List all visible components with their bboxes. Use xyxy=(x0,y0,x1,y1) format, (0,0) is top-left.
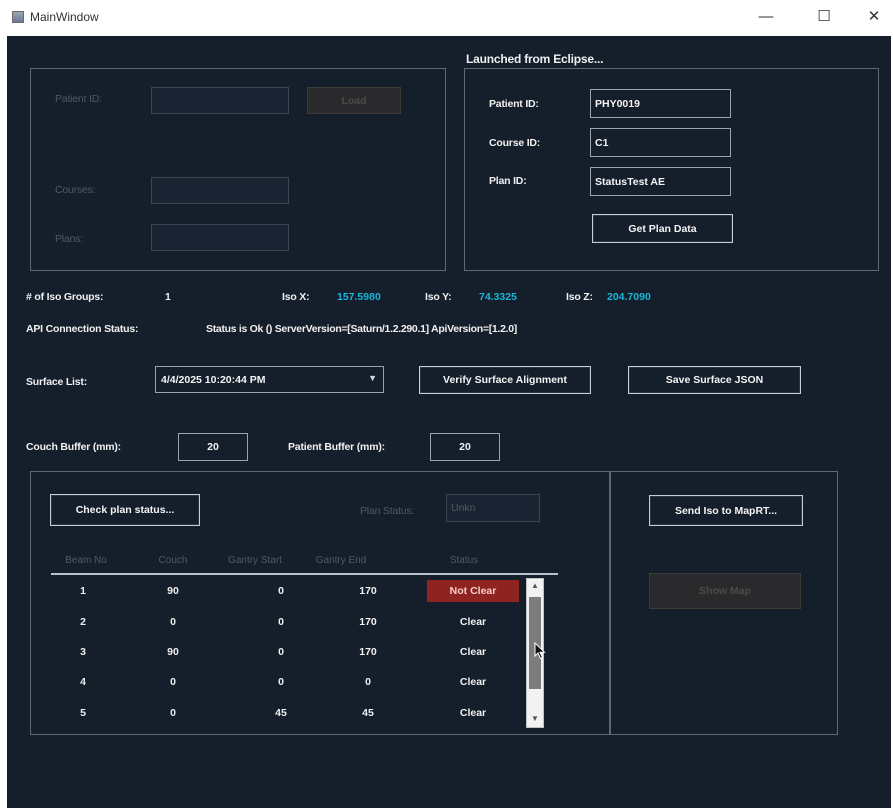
cell-status: Clear xyxy=(459,646,487,658)
cell-gantry-end: 170 xyxy=(359,585,377,597)
iso-groups-value: 1 xyxy=(165,291,171,303)
get-plan-data-button[interactable]: Get Plan Data xyxy=(592,214,733,243)
couch-buffer-input[interactable]: 20 xyxy=(178,433,248,461)
column-header-status[interactable]: Status xyxy=(450,555,478,566)
patient-id-input[interactable] xyxy=(151,87,289,114)
eclipse-plan-id-field[interactable]: StatusTest AE xyxy=(590,167,731,196)
eclipse-plan-id-label: Plan ID: xyxy=(489,175,527,187)
column-header-gantry-end[interactable]: Gantry End xyxy=(316,555,367,566)
plan-status-label: Plan Status: xyxy=(360,505,415,517)
cell-beam-no: 5 xyxy=(80,707,86,719)
cell-gantry-start: 45 xyxy=(275,707,287,719)
plans-select[interactable] xyxy=(151,224,289,251)
cell-beam-no: 4 xyxy=(80,676,86,688)
verify-surface-alignment-button[interactable]: Verify Surface Alignment xyxy=(419,366,591,394)
iso-z-label: Iso Z: xyxy=(566,291,593,303)
eclipse-panel-header: Launched from Eclipse... xyxy=(466,52,604,66)
cell-status: Clear xyxy=(459,616,487,628)
window-title: MainWindow xyxy=(30,10,99,24)
cell-beam-no: 2 xyxy=(80,616,86,628)
iso-x-value: 157.5980 xyxy=(337,291,381,303)
surface-list-label: Surface List: xyxy=(26,376,87,388)
maprt-panel: Send Iso to MapRT... Show Map xyxy=(610,471,838,735)
cell-gantry-start: 0 xyxy=(278,616,284,628)
eclipse-course-id-field[interactable]: C1 xyxy=(590,128,731,157)
cell-status: Clear xyxy=(459,707,487,719)
cell-status-not-clear: Not Clear xyxy=(427,580,519,602)
send-iso-to-maprt-button[interactable]: Send Iso to MapRT... xyxy=(649,495,803,526)
minimize-button[interactable]: — xyxy=(754,6,778,28)
column-header-couch[interactable]: Couch xyxy=(159,555,188,566)
title-bar: MainWindow — ☐ ✕ xyxy=(0,0,893,36)
cell-beam-no: 1 xyxy=(80,585,86,597)
cell-gantry-end: 0 xyxy=(365,676,371,688)
main-window-content: Patient ID: Load Courses: Plans: Launche… xyxy=(7,36,891,808)
plan-status-field: Unkn xyxy=(446,494,540,522)
api-status-value: Status is Ok () ServerVersion=[Saturn/1.… xyxy=(206,323,517,335)
scroll-down-icon[interactable]: ▼ xyxy=(527,714,543,723)
cell-couch: 90 xyxy=(167,646,179,658)
iso-y-label: Iso Y: xyxy=(425,291,452,303)
cell-gantry-start: 0 xyxy=(278,676,284,688)
cell-gantry-end: 45 xyxy=(362,707,374,719)
column-header-beam-no[interactable]: Beam No xyxy=(65,555,107,566)
cell-gantry-start: 0 xyxy=(278,646,284,658)
surface-list-dropdown[interactable]: 4/4/2025 10:20:44 PM ▼ xyxy=(155,366,384,393)
api-status-label: API Connection Status: xyxy=(26,323,139,335)
cell-status: Clear xyxy=(459,676,487,688)
plan-status-panel: Check plan status... Plan Status: Unkn B… xyxy=(30,471,610,735)
load-patient-panel: Patient ID: Load Courses: Plans: xyxy=(30,68,446,271)
mouse-cursor-icon xyxy=(534,642,546,660)
iso-x-label: Iso X: xyxy=(282,291,310,303)
cell-couch: 0 xyxy=(170,676,176,688)
app-icon xyxy=(12,11,24,23)
patient-buffer-input[interactable]: 20 xyxy=(430,433,500,461)
cell-gantry-end: 170 xyxy=(359,616,377,628)
patient-id-label: Patient ID: xyxy=(55,93,102,105)
check-plan-status-button[interactable]: Check plan status... xyxy=(50,494,200,526)
couch-buffer-label: Couch Buffer (mm): xyxy=(26,441,121,453)
grid-header-divider xyxy=(51,573,558,575)
eclipse-plan-panel: Patient ID: PHY0019 Course ID: C1 Plan I… xyxy=(464,68,879,271)
cell-gantry-end: 170 xyxy=(359,646,377,658)
save-surface-json-button[interactable]: Save Surface JSON xyxy=(628,366,801,394)
show-map-button[interactable]: Show Map xyxy=(649,573,801,609)
eclipse-course-id-label: Course ID: xyxy=(489,137,541,149)
courses-select[interactable] xyxy=(151,177,289,204)
iso-groups-label: # of Iso Groups: xyxy=(26,291,104,303)
cell-gantry-start: 0 xyxy=(278,585,284,597)
plans-label: Plans: xyxy=(55,233,83,245)
cell-beam-no: 3 xyxy=(80,646,86,658)
iso-z-value: 204.7090 xyxy=(607,291,651,303)
surface-list-selected: 4/4/2025 10:20:44 PM xyxy=(161,373,266,386)
close-button[interactable]: ✕ xyxy=(862,6,886,28)
eclipse-patient-id-label: Patient ID: xyxy=(489,98,539,110)
chevron-down-icon: ▼ xyxy=(368,373,377,383)
cell-couch: 0 xyxy=(170,707,176,719)
iso-y-value: 74.3325 xyxy=(479,291,517,303)
patient-buffer-label: Patient Buffer (mm): xyxy=(288,441,385,453)
load-button[interactable]: Load xyxy=(307,87,401,114)
cell-couch: 0 xyxy=(170,616,176,628)
courses-label: Courses: xyxy=(55,184,96,196)
eclipse-patient-id-field[interactable]: PHY0019 xyxy=(590,89,731,118)
maximize-button[interactable]: ☐ xyxy=(812,6,836,28)
scroll-up-icon[interactable]: ▲ xyxy=(527,581,543,590)
column-header-gantry-start[interactable]: Gantry Start xyxy=(228,555,282,566)
cell-couch: 90 xyxy=(167,585,179,597)
